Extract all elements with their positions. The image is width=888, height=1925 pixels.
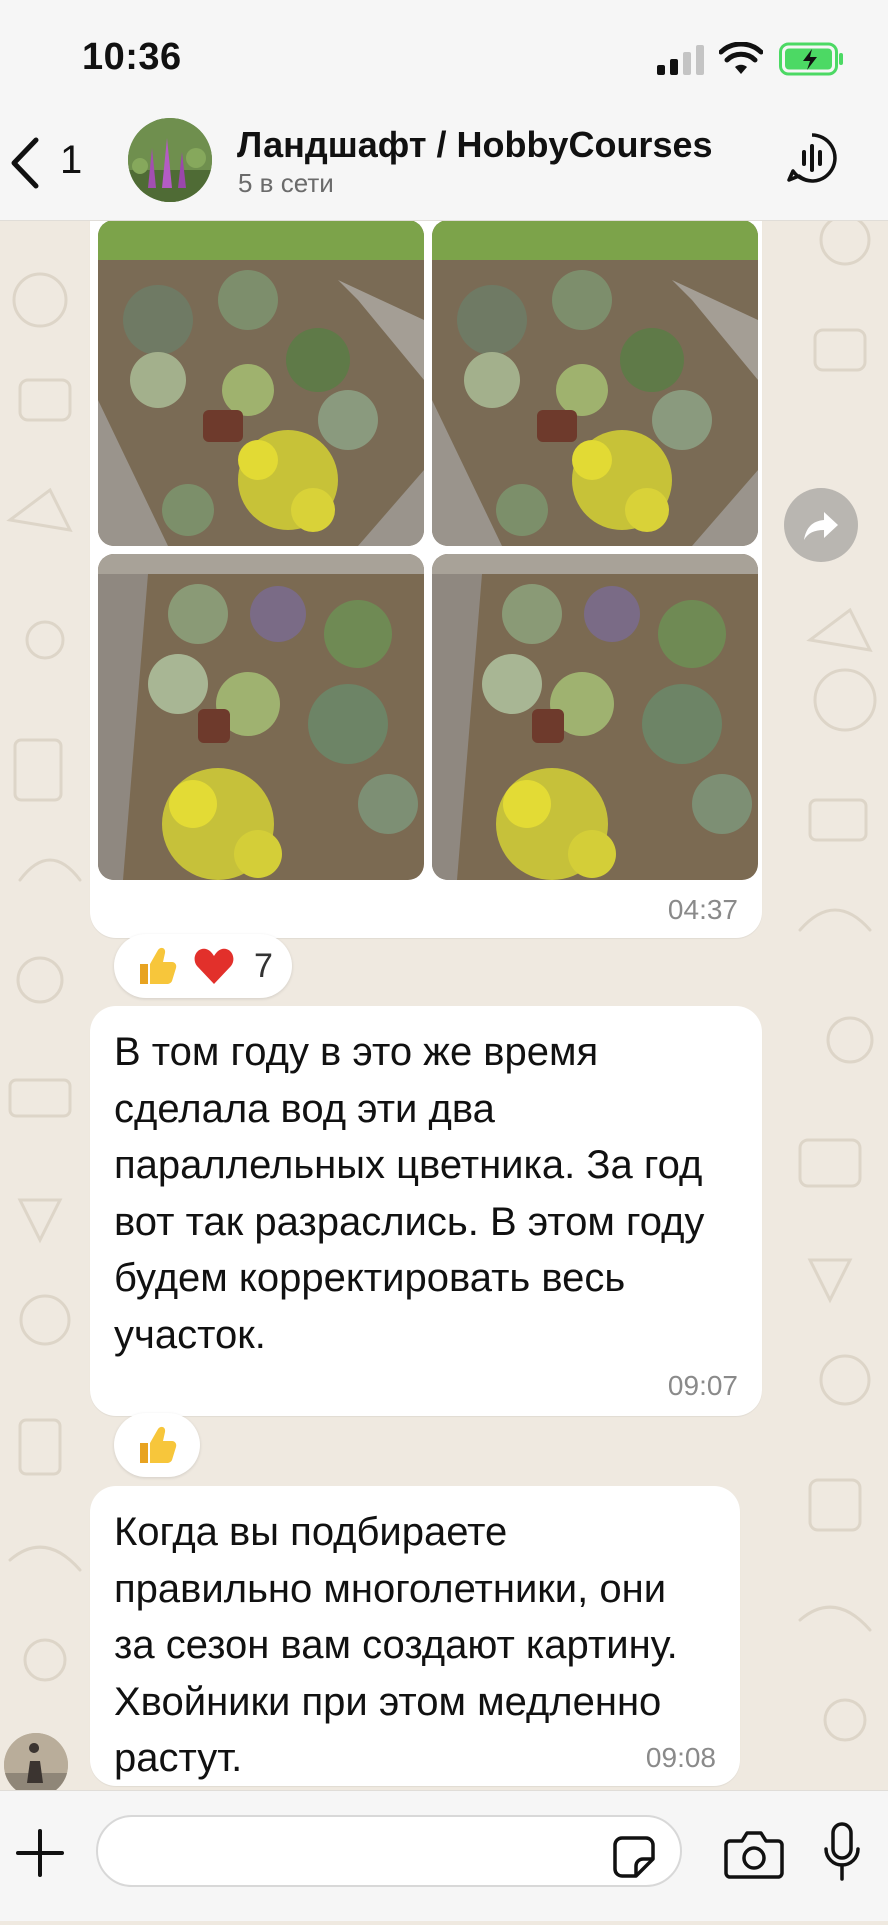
status-time: 10:36	[82, 36, 182, 78]
message-input[interactable]	[96, 1815, 682, 1887]
garden-photo-2[interactable]	[432, 220, 758, 546]
sender-avatar[interactable]	[4, 1733, 68, 1797]
voice-chat-icon[interactable]	[786, 132, 838, 184]
forward-arrow-icon	[804, 512, 838, 540]
group-avatar[interactable]	[128, 118, 212, 202]
garden-photo-1[interactable]	[98, 220, 424, 546]
chat-title[interactable]: Ландшафт / HobbyCourses	[237, 124, 713, 166]
photo-album-message[interactable]: 04:37	[90, 212, 762, 938]
message-time: 09:07	[667, 1370, 738, 1401]
forward-button[interactable]	[784, 488, 858, 562]
text-message[interactable]: Когда вы подбираете правильно многолетни…	[90, 1486, 740, 1786]
reaction-bar[interactable]: 7	[114, 934, 292, 998]
chat-header: 1 Ландшафт / HobbyCourses 5 в сети	[0, 110, 888, 221]
cellular-signal-icon	[657, 45, 704, 75]
online-status: 5 в сети	[238, 168, 334, 198]
message-composer	[0, 1790, 888, 1921]
garden-photo-3[interactable]	[98, 554, 424, 880]
sticker-icon[interactable]	[612, 1835, 656, 1879]
status-bar: 10:36	[0, 0, 888, 120]
camera-icon[interactable]	[724, 1829, 784, 1881]
message-text: Когда вы подбираете правильно многолетни…	[114, 1510, 678, 1780]
message-text: В том году в это же время сделала вод эт…	[114, 1030, 705, 1357]
reaction-bar[interactable]	[114, 1413, 200, 1477]
battery-charging-icon	[779, 42, 843, 76]
thumbs-up-icon	[140, 947, 177, 984]
microphone-icon[interactable]	[822, 1821, 862, 1883]
unread-count[interactable]: 1	[60, 138, 82, 183]
text-message[interactable]: В том году в это же время сделала вод эт…	[90, 1006, 762, 1416]
message-time: 09:08	[645, 1742, 716, 1773]
thumbs-up-icon	[140, 1426, 177, 1463]
wifi-icon	[719, 42, 763, 74]
garden-photo-4[interactable]	[432, 554, 758, 880]
reaction-count: 7	[254, 947, 273, 985]
plus-icon[interactable]	[14, 1827, 66, 1879]
red-heart-icon	[194, 948, 234, 984]
back-chevron-icon[interactable]	[6, 134, 42, 192]
message-time: 04:37	[667, 894, 738, 925]
